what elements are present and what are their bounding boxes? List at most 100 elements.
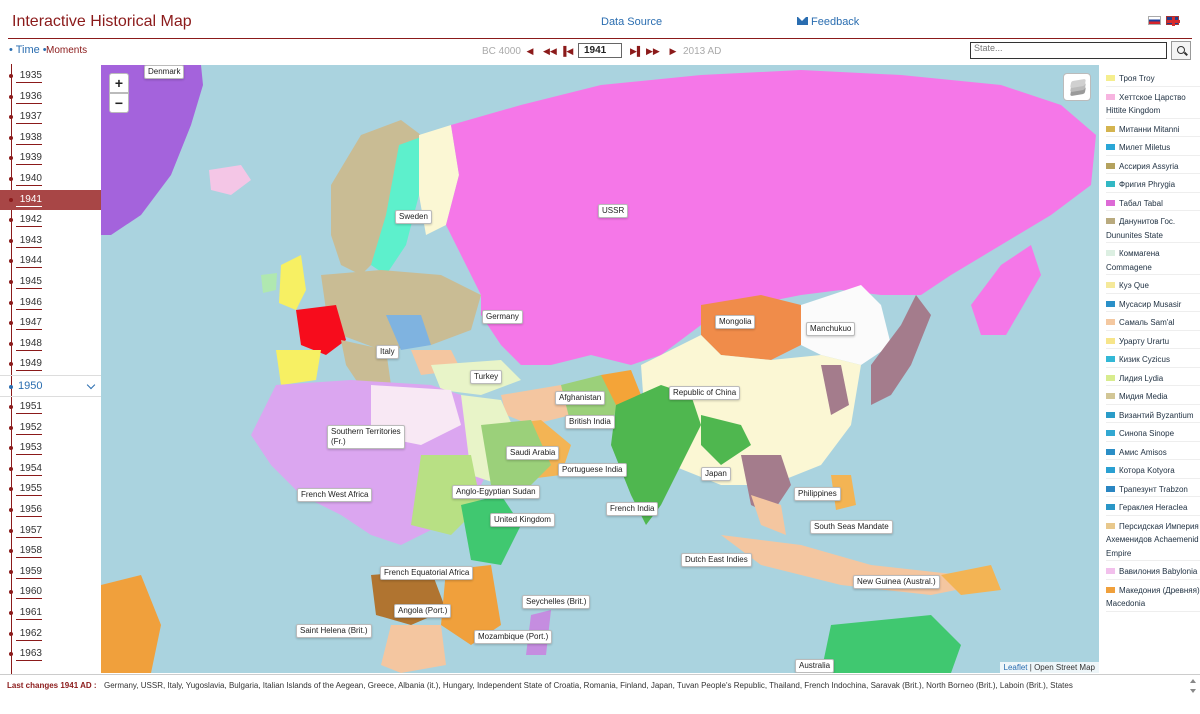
map-label-italy[interactable]: Italy	[376, 345, 399, 359]
decade-toggle[interactable]: 1950	[0, 375, 101, 397]
year-row[interactable]: 1941	[0, 189, 101, 210]
legend-item[interactable]: Кизик Cyzicus	[1106, 353, 1200, 368]
map-label-saint-helena[interactable]: Saint Helena (Brit.)	[296, 624, 372, 638]
map-label-anglo-egyptian-sudan[interactable]: Anglo-Egyptian Sudan	[452, 485, 540, 499]
legend-panel[interactable]: Троя Troy Хеттское Царство Hittite Kingdo…	[1100, 72, 1200, 680]
year-row[interactable]: 1954	[0, 459, 101, 479]
legend-item[interactable]: Ассирия Assyria	[1106, 160, 1200, 174]
map-label-angola[interactable]: Angola (Port.)	[394, 604, 452, 618]
year-row[interactable]: 1945	[0, 272, 101, 292]
map-label-manchukuo[interactable]: Manchukuo	[806, 322, 856, 336]
year-row[interactable]: 1938	[0, 128, 101, 148]
map-label-turkey[interactable]: Turkey	[470, 370, 503, 384]
search-icon[interactable]	[1171, 41, 1191, 60]
map-label-germany[interactable]: Germany	[482, 310, 523, 324]
map-label-french-equatorial-africa[interactable]: French Equatorial Africa	[380, 566, 474, 580]
legend-item[interactable]: Хеттское Царство Hittite Kingdom	[1106, 91, 1200, 119]
state-search-input[interactable]: State...	[970, 42, 1167, 59]
legend-item[interactable]: Фригия Phrygia	[1106, 178, 1200, 193]
legend-item[interactable]: Лидия Lydia	[1106, 372, 1200, 386]
map-label-seychelles[interactable]: Seychelles (Brit.)	[522, 595, 591, 609]
year-row[interactable]: 1937	[0, 107, 101, 127]
legend-item[interactable]: Амис Amisos	[1106, 446, 1200, 460]
map-label-japan[interactable]: Japan	[701, 467, 731, 481]
map-label-british-india[interactable]: British India	[565, 415, 615, 429]
map-view[interactable]: + − Denmark Sweden USSR Germany Italy Tu…	[101, 65, 1099, 673]
legend-item[interactable]: Урарту Urartu	[1106, 335, 1200, 349]
legend-item[interactable]: Персидская Империя Ахеменидов Achaemenid…	[1106, 520, 1200, 561]
footer-scroll-icon[interactable]	[1189, 677, 1197, 697]
year-row[interactable]: 1958	[0, 541, 101, 561]
map-label-republic-of-china[interactable]: Republic of China	[669, 386, 741, 400]
legend-item[interactable]: Коммагена Commagene	[1106, 247, 1200, 275]
year-row[interactable]: 1953	[0, 438, 101, 458]
legend-item[interactable]: Милет Miletus	[1106, 141, 1200, 156]
legend-item[interactable]: Табал Tabal	[1106, 197, 1200, 211]
year-row[interactable]: 1960	[0, 582, 101, 602]
leaflet-link[interactable]: Leaflet	[1004, 663, 1028, 672]
map-label-french-west-africa[interactable]: French West Africa	[297, 488, 373, 502]
year-input[interactable]: 1941	[578, 43, 622, 58]
map-label-united-kingdom[interactable]: United Kingdom	[490, 513, 555, 527]
map-label-mozambique[interactable]: Mozambique (Port.)	[474, 630, 553, 644]
year-row[interactable]: 1955	[0, 479, 101, 499]
legend-item[interactable]: Самаль Sam'al	[1106, 316, 1200, 331]
next-year-icon[interactable]: ▶	[667, 45, 679, 57]
year-row[interactable]: 1947	[0, 313, 101, 333]
year-row[interactable]: 1949	[0, 354, 101, 374]
legend-item[interactable]: Которa Kotyora	[1106, 464, 1200, 479]
legend-item[interactable]: Мусасир Musasir	[1106, 298, 1200, 312]
map-label-australia[interactable]: Australia	[795, 659, 835, 673]
year-row[interactable]: 1952	[0, 418, 101, 438]
year-row[interactable]: 1963	[0, 644, 101, 664]
year-row[interactable]: 1951	[0, 397, 101, 417]
year-row[interactable]: 1943	[0, 231, 101, 251]
legend-item[interactable]: Мидия Media	[1106, 390, 1200, 405]
map-label-philippines[interactable]: Philippines	[794, 487, 841, 501]
legend-item[interactable]: Куэ Que	[1106, 279, 1200, 294]
layers-icon[interactable]	[1063, 73, 1091, 101]
tab-moments[interactable]: Moments	[46, 45, 87, 56]
map-label-mongolia[interactable]: Mongolia	[715, 315, 756, 329]
legend-item[interactable]: Гераклея Heraclea	[1106, 501, 1200, 516]
zoom-out-button[interactable]: −	[109, 93, 129, 113]
year-row[interactable]: 1935	[0, 66, 101, 86]
year-row[interactable]: 1956	[0, 500, 101, 520]
map-label-southern-territories[interactable]: Southern Territories (Fr.)	[327, 425, 405, 449]
map-label-afghanistan[interactable]: Afghanistan	[555, 391, 606, 405]
year-row[interactable]: 1936	[0, 87, 101, 107]
legend-item[interactable]: Данунитов Гос. Dununites State	[1106, 215, 1200, 243]
map-label-south-seas-mandate[interactable]: South Seas Mandate	[810, 520, 893, 534]
year-row[interactable]: 1959	[0, 562, 101, 582]
legend-item[interactable]: Византий Byzantium	[1106, 409, 1200, 423]
skip-back-icon[interactable]: ▐◀	[560, 45, 573, 57]
map-label-sweden[interactable]: Sweden	[395, 210, 432, 224]
legend-item[interactable]: Синопа Sinope	[1106, 427, 1200, 442]
zoom-in-button[interactable]: +	[109, 73, 129, 93]
feedback-link[interactable]: Feedback	[797, 16, 859, 28]
tab-time[interactable]: • Time •	[9, 44, 47, 56]
legend-item[interactable]: Трапезунт Trabzon	[1106, 483, 1200, 497]
skip-forward-icon[interactable]: ▶▌	[630, 45, 643, 57]
year-row[interactable]: 1957	[0, 521, 101, 541]
data-source-link[interactable]: Data Source	[601, 16, 662, 28]
year-row[interactable]: 1940	[0, 169, 101, 189]
map-label-portuguese-india[interactable]: Portuguese India	[558, 463, 627, 477]
legend-item[interactable]: Македония (Древняя) Macedonia	[1106, 584, 1200, 612]
fast-forward-icon[interactable]: ▶▶	[646, 45, 660, 57]
year-row[interactable]: 1946	[0, 293, 101, 313]
russian-flag-icon[interactable]	[1148, 16, 1161, 25]
map-label-ussr[interactable]: USSR	[598, 204, 629, 218]
map-label-denmark[interactable]: Denmark	[144, 65, 185, 79]
year-row[interactable]: 1962	[0, 624, 101, 644]
map-label-new-guinea[interactable]: New Guinea (Austral.)	[853, 575, 940, 589]
map-label-saudi-arabia[interactable]: Saudi Arabia	[506, 446, 560, 460]
osm-attribution[interactable]: | Open Street Map	[1030, 663, 1095, 672]
chevron-down-icon[interactable]	[86, 380, 96, 390]
rewind-icon[interactable]: ◀◀	[543, 45, 557, 57]
map-label-french-india[interactable]: French India	[606, 502, 659, 516]
uk-flag-icon[interactable]	[1166, 16, 1180, 26]
year-row[interactable]: 1942	[0, 210, 101, 230]
legend-item[interactable]: Митанни Mitanni	[1106, 123, 1200, 137]
map-label-dutch-east-indies[interactable]: Dutch East Indies	[681, 553, 752, 567]
